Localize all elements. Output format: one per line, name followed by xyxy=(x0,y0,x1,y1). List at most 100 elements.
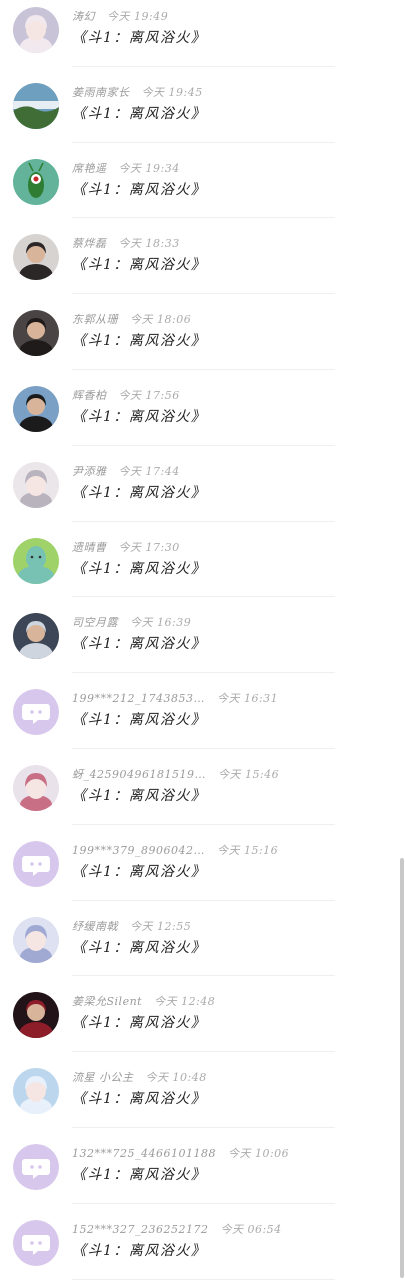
username[interactable]: 东郭从珊 xyxy=(72,313,118,326)
comment-time: 今天 10:48 xyxy=(145,1071,207,1085)
comment-meta: 蚜_42590496181519… 今天 15:46 xyxy=(72,766,279,782)
user-avatar[interactable] xyxy=(13,992,59,1039)
username[interactable]: 席艳遥 xyxy=(72,162,107,175)
comment-meta: 199***379_8906042… 今天 15:16 xyxy=(72,842,278,858)
comment-meta: 涛幻 今天 19:49 xyxy=(72,8,168,24)
user-avatar[interactable] xyxy=(13,1068,59,1115)
username[interactable]: 152***327_236252172 xyxy=(72,1223,208,1236)
comment-text: 《斗1：离风浴火》 xyxy=(72,636,207,653)
comment-text: 《斗1：离风浴火》 xyxy=(72,408,207,425)
comment-time: 今天 12:55 xyxy=(130,919,192,933)
comment-row[interactable]: 姜梁允Silent 今天 12:48 《斗1：离风浴火》 xyxy=(0,976,405,1053)
comment-row[interactable]: 152***327_236252172 今天 06:54 《斗1：离风浴火》 xyxy=(0,1204,405,1280)
username[interactable]: 司空月露 xyxy=(72,616,118,629)
comment-row[interactable]: 132***725_4466101188 今天 10:06 《斗1：离风浴火》 xyxy=(0,1128,405,1204)
username[interactable]: 姜雨南家长 xyxy=(72,86,130,99)
comment-time: 今天 18:06 xyxy=(130,313,192,327)
user-avatar[interactable] xyxy=(13,82,59,129)
comment-text: 《斗1：离风浴火》 xyxy=(72,1015,207,1032)
user-avatar[interactable] xyxy=(13,840,59,887)
comment-meta: 辉香柏 今天 17:56 xyxy=(72,387,180,403)
user-avatar[interactable] xyxy=(13,537,59,584)
comment-meta: 纾缓南戟 今天 12:55 xyxy=(72,918,191,934)
comment-meta: 司空月露 今天 16:39 xyxy=(72,614,191,630)
comment-meta: 遗晴曹 今天 17:30 xyxy=(72,539,180,555)
comment-row[interactable]: 东郭从珊 今天 18:06 《斗1：离风浴火》 xyxy=(0,294,405,370)
username[interactable]: 蔡烨磊 xyxy=(72,237,107,250)
comment-time: 今天 18:33 xyxy=(118,237,180,251)
comment-text: 《斗1：离风浴火》 xyxy=(72,105,207,122)
comment-time: 今天 15:46 xyxy=(217,767,280,781)
comment-meta: 蔡烨磊 今天 18:33 xyxy=(72,235,180,251)
comment-row[interactable]: 辉香柏 今天 17:56 《斗1：离风浴火》 xyxy=(0,370,405,446)
comment-text: 《斗1：离风浴火》 xyxy=(72,1242,207,1259)
comment-meta: 席艳遥 今天 19:34 xyxy=(72,160,180,176)
username[interactable]: 132***725_4466101188 xyxy=(72,1147,216,1160)
username[interactable]: 流星 小公主 xyxy=(72,1071,134,1084)
user-avatar[interactable] xyxy=(13,234,59,281)
comment-text: 《斗1：离风浴火》 xyxy=(72,181,207,198)
scrollbar[interactable] xyxy=(400,858,404,1278)
comment-time: 今天 17:44 xyxy=(118,464,180,478)
comment-row[interactable]: 199***379_8906042… 今天 15:16 《斗1：离风浴火》 xyxy=(0,825,405,901)
username[interactable]: 涛幻 xyxy=(72,10,95,23)
user-avatar[interactable] xyxy=(13,461,59,508)
comment-meta: 199***212_1743853… 今天 16:31 xyxy=(72,690,278,706)
username[interactable]: 纾缓南戟 xyxy=(72,920,118,933)
comment-meta: 东郭从珊 今天 18:06 xyxy=(72,311,191,327)
comment-row[interactable]: 199***212_1743853… 今天 16:31 《斗1：离风浴火》 xyxy=(0,673,405,749)
comment-list: 涛幻 今天 19:49 《斗1：离风浴火》 姜雨南家长 今天 19:45 《斗1：离风浴火… xyxy=(0,0,405,1280)
user-avatar[interactable] xyxy=(13,1143,59,1190)
comment-row[interactable]: 遗晴曹 今天 17:30 《斗1：离风浴火》 xyxy=(0,522,405,598)
comment-row[interactable]: 尹添雅 今天 17:44 《斗1：离风浴火》 xyxy=(0,446,405,522)
comment-meta: 姜雨南家长 今天 19:45 xyxy=(72,84,203,100)
comment-time: 今天 19:45 xyxy=(141,85,203,99)
comment-meta: 152***327_236252172 今天 06:54 xyxy=(72,1221,282,1237)
username[interactable]: 199***379_8906042… xyxy=(72,844,205,857)
comment-row[interactable]: 姜雨南家长 今天 19:45 《斗1：离风浴火》 xyxy=(0,67,405,143)
user-avatar[interactable] xyxy=(13,613,59,660)
user-avatar[interactable] xyxy=(13,1219,59,1266)
comment-time: 今天 06:54 xyxy=(220,1222,282,1236)
comment-text: 《斗1：离风浴火》 xyxy=(72,712,207,729)
comment-meta: 132***725_4466101188 今天 10:06 xyxy=(72,1145,289,1161)
username[interactable]: 辉香柏 xyxy=(72,389,107,402)
comment-text: 《斗1：离风浴火》 xyxy=(72,560,207,577)
comment-meta: 姜梁允Silent 今天 12:48 xyxy=(72,993,215,1009)
comment-row[interactable]: 席艳遥 今天 19:34 《斗1：离风浴火》 xyxy=(0,143,405,219)
user-avatar[interactable] xyxy=(13,385,59,432)
comment-time: 今天 17:56 xyxy=(118,388,180,402)
divider xyxy=(72,1278,335,1280)
comment-time: 今天 10:06 xyxy=(227,1146,290,1160)
comment-time: 今天 19:49 xyxy=(107,10,169,23)
comment-row[interactable]: 流星 小公主 今天 10:48 《斗1：离风浴火》 xyxy=(0,1052,405,1128)
username[interactable]: 蚜_42590496181519… xyxy=(72,768,206,781)
comment-time: 今天 17:30 xyxy=(118,540,180,554)
comment-row[interactable]: 涛幻 今天 19:49 《斗1：离风浴火》 xyxy=(0,0,405,67)
comment-text: 《斗1：离风浴火》 xyxy=(72,1166,207,1183)
comment-text: 《斗1：离风浴火》 xyxy=(72,30,207,46)
username[interactable]: 遗晴曹 xyxy=(72,541,107,554)
username[interactable]: 姜梁允Silent xyxy=(72,995,142,1008)
comment-text: 《斗1：离风浴火》 xyxy=(72,1091,207,1108)
user-avatar[interactable] xyxy=(13,158,59,205)
comment-row[interactable]: 蚜_42590496181519… 今天 15:46 《斗1：离风浴火》 xyxy=(0,749,405,825)
comment-meta: 流星 小公主 今天 10:48 xyxy=(72,1069,207,1085)
user-avatar[interactable] xyxy=(13,916,59,963)
comment-text: 《斗1：离风浴火》 xyxy=(72,863,207,880)
comment-time: 今天 16:31 xyxy=(216,692,279,706)
comment-text: 《斗1：离风浴火》 xyxy=(72,939,207,956)
comment-row[interactable]: 纾缓南戟 今天 12:55 《斗1：离风浴火》 xyxy=(0,901,405,977)
user-avatar[interactable] xyxy=(13,689,59,736)
username[interactable]: 尹添雅 xyxy=(72,465,107,478)
user-avatar[interactable] xyxy=(13,764,59,811)
comment-text: 《斗1：离风浴火》 xyxy=(72,787,207,804)
comment-time: 今天 19:34 xyxy=(118,161,180,175)
comment-row[interactable]: 司空月露 今天 16:39 《斗1：离风浴火》 xyxy=(0,597,405,674)
user-avatar[interactable] xyxy=(13,7,59,53)
comment-meta: 尹添雅 今天 17:44 xyxy=(72,463,180,479)
comment-time: 今天 15:16 xyxy=(216,843,279,857)
user-avatar[interactable] xyxy=(13,310,59,357)
comment-row[interactable]: 蔡烨磊 今天 18:33 《斗1：离风浴火》 xyxy=(0,218,405,295)
username[interactable]: 199***212_1743853… xyxy=(72,692,205,705)
